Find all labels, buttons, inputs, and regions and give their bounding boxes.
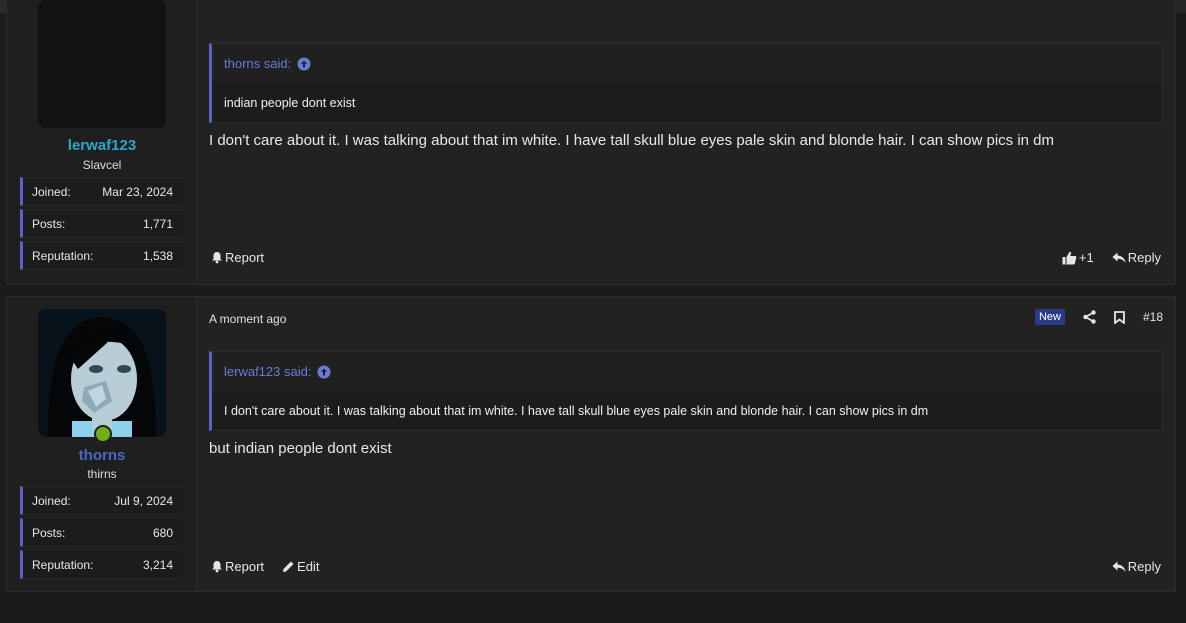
user-stats: Joined: Mar 23, 2024 Posts: 1,771 Reputa… <box>20 177 183 273</box>
quote-block: thorns said: indian people dont exist <box>209 43 1163 123</box>
report-label: Report <box>225 559 265 574</box>
report-button[interactable]: Report <box>211 250 264 265</box>
pencil-icon <box>282 560 295 573</box>
post-time[interactable]: A moment ago <box>209 312 286 326</box>
user-panel: lerwaf123 Slavcel Joined: Mar 23, 2024 P… <box>7 0 197 284</box>
quote-text: indian people dont exist <box>212 83 1162 122</box>
user-panel: thorns thirns Joined: Jul 9, 2024 Posts:… <box>7 297 197 591</box>
avatar[interactable] <box>38 309 166 437</box>
stat-posts: Posts: 680 <box>20 518 183 547</box>
stat-label: Reputation: <box>32 248 94 263</box>
user-title: thirns <box>87 467 117 481</box>
stat-reputation: Reputation: 1,538 <box>20 241 183 270</box>
stat-value: 1,538 <box>142 248 173 263</box>
arrow-up-circle-icon[interactable] <box>317 365 331 379</box>
reply-button[interactable]: Reply <box>1112 559 1161 574</box>
quote-block: lerwaf123 said: I don't care about it. I… <box>209 351 1163 431</box>
stat-value: 3,214 <box>142 557 173 572</box>
edit-label: Edit <box>297 559 320 574</box>
stat-label: Posts: <box>32 216 66 231</box>
quote-text: I don't care about it. I was talking abo… <box>212 391 1162 430</box>
stat-value[interactable]: 1,771 <box>143 217 173 231</box>
post-number[interactable]: #18 <box>1143 310 1163 324</box>
avatar-image <box>38 309 166 437</box>
report-label: Report <box>225 250 265 265</box>
post-thorns: thorns thirns Joined: Jul 9, 2024 Posts:… <box>6 296 1176 592</box>
post-actions-left: Report Edit <box>211 559 319 574</box>
stat-label: Joined: <box>32 184 71 199</box>
reply-button[interactable]: Reply <box>1112 250 1161 265</box>
reply-label: Reply <box>1127 559 1161 574</box>
post-actions-right: +1 Reply <box>1062 250 1161 265</box>
bell-icon <box>211 560 223 573</box>
arrow-up-circle-icon[interactable] <box>297 57 311 71</box>
post-message: but indian people dont exist <box>209 440 392 457</box>
thumbs-up-icon <box>1062 251 1077 265</box>
stat-label: Reputation: <box>32 557 94 572</box>
bookmark-icon[interactable] <box>1114 310 1125 324</box>
reply-label: Reply <box>1127 250 1161 265</box>
quote-header[interactable]: lerwaf123 said: <box>212 352 1162 391</box>
user-title: Slavcel <box>82 158 122 172</box>
post-content: A moment ago New #18 lerwaf123 said: I d… <box>197 297 1175 591</box>
post-lerwaf123: lerwaf123 Slavcel Joined: Mar 23, 2024 P… <box>6 0 1176 285</box>
reaction-button[interactable]: +1 <box>1062 250 1094 265</box>
bell-icon <box>211 251 223 264</box>
stat-joined: Joined: Jul 9, 2024 <box>20 486 183 515</box>
report-button[interactable]: Report <box>211 559 264 574</box>
stat-value: Jul 9, 2024 <box>114 493 173 508</box>
user-stats: Joined: Jul 9, 2024 Posts: 680 Reputatio… <box>20 486 183 582</box>
stat-value: Mar 23, 2024 <box>102 184 173 199</box>
post-actions-left: Report <box>211 250 264 265</box>
post-actions-right: Reply <box>1112 559 1161 574</box>
new-badge: New <box>1034 309 1065 325</box>
quote-header[interactable]: thorns said: <box>212 44 1162 83</box>
quote-author[interactable]: thorns said: <box>224 56 291 71</box>
username[interactable]: lerwaf123 <box>7 137 197 154</box>
edit-button[interactable]: Edit <box>282 559 319 574</box>
reaction-count[interactable]: +1 <box>1079 250 1094 265</box>
post-meta-actions: New #18 <box>1034 309 1163 325</box>
quote-author[interactable]: lerwaf123 said: <box>224 364 311 379</box>
post-message: I don't care about it. I was talking abo… <box>209 132 1055 149</box>
stat-label: Joined: <box>32 493 71 508</box>
stat-value[interactable]: 680 <box>153 526 173 540</box>
stat-reputation: Reputation: 3,214 <box>20 550 183 579</box>
stat-posts: Posts: 1,771 <box>20 209 183 238</box>
online-status-indicator <box>94 425 112 443</box>
reply-icon <box>1112 252 1126 264</box>
stat-label: Posts: <box>32 525 66 540</box>
reply-icon <box>1112 561 1126 573</box>
username[interactable]: thorns <box>7 447 197 464</box>
avatar[interactable] <box>38 0 166 128</box>
share-icon[interactable] <box>1083 310 1096 324</box>
stat-joined: Joined: Mar 23, 2024 <box>20 177 183 206</box>
post-content: thorns said: indian people dont exist I … <box>197 0 1175 284</box>
